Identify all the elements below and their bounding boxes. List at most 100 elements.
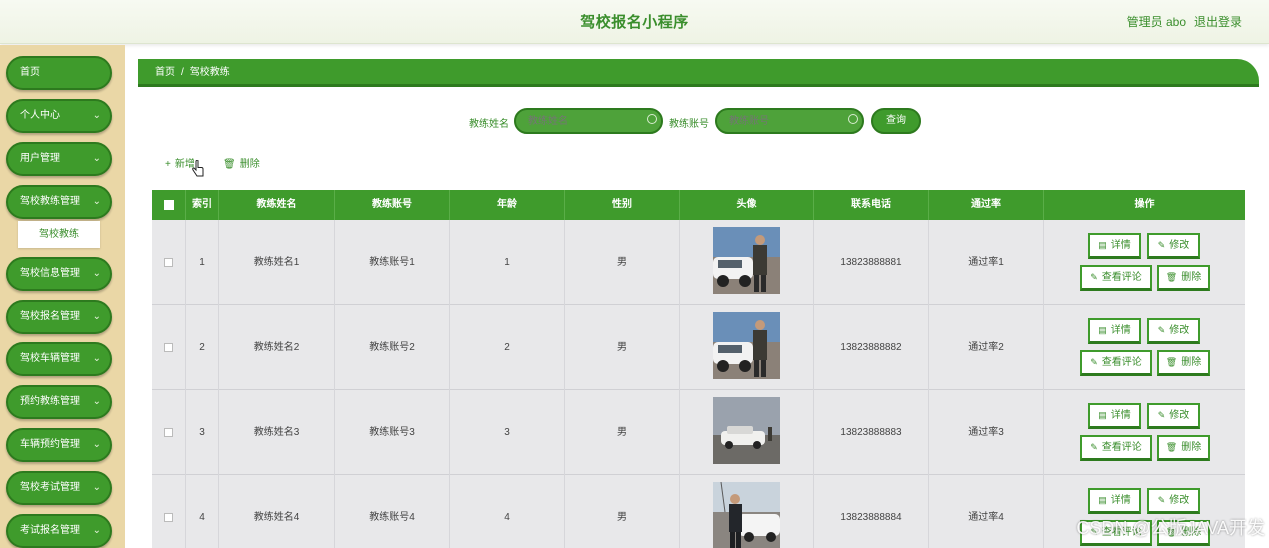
view-reviews-button-label: 查看评论: [1101, 357, 1142, 368]
table-cell-phone: 13823888881: [814, 220, 929, 305]
edit-button[interactable]: ✎ 修改: [1147, 403, 1200, 429]
table-header: 索引 教练姓名 教练账号 年龄 性别 头像 联系电话 通过率 操作: [152, 190, 1245, 220]
view-reviews-button[interactable]: ✎ 查看评论: [1080, 265, 1152, 291]
table-cell-account: 教练账号2: [335, 305, 450, 390]
edit-button-label: 修改: [1169, 410, 1190, 421]
avatar: [713, 312, 780, 379]
pencil-icon: ✎: [1157, 495, 1166, 505]
table-cell-account: 教练账号3: [335, 390, 450, 475]
detail-button[interactable]: ▤ 详情: [1088, 488, 1141, 514]
row-delete-button[interactable]: 🗑 删除: [1157, 350, 1210, 376]
table-cell-index: 3: [186, 390, 219, 475]
column-header: 性别: [565, 190, 680, 220]
chevron-down-icon: ⌄: [92, 268, 101, 279]
column-header: 年龄: [450, 190, 565, 220]
sidebar-item-label: 驾校车辆管理: [20, 353, 80, 364]
table-cell-phone: 13823888882: [814, 305, 929, 390]
row-checkbox[interactable]: [164, 428, 173, 437]
sidebar-item-label: 车辆预约管理: [20, 439, 80, 450]
table-cell-name: 教练姓名3: [219, 390, 335, 475]
pencil-icon: ✎: [1090, 272, 1098, 282]
sidebar-item-exam-registration[interactable]: 考试报名管理 ⌄: [6, 514, 112, 548]
sidebar-item-vehicles[interactable]: 驾校车辆管理 ⌄: [6, 342, 112, 376]
row-select-cell: [152, 475, 186, 548]
query-button[interactable]: 查询: [871, 108, 921, 134]
column-header: 头像: [680, 190, 814, 220]
detail-button[interactable]: ▤ 详情: [1088, 403, 1141, 429]
view-reviews-button-label: 查看评论: [1101, 442, 1142, 453]
detail-button[interactable]: ▤ 详情: [1088, 318, 1141, 344]
edit-button[interactable]: ✎ 修改: [1147, 318, 1200, 344]
table-cell-name: 教练姓名4: [219, 475, 335, 548]
row-delete-button-label: 删除: [1181, 357, 1202, 368]
delete-button[interactable]: 🗑 删除: [223, 155, 260, 170]
chevron-down-icon: ⌄: [92, 525, 101, 536]
detail-button-label: 详情: [1110, 495, 1131, 506]
search-icon: [647, 114, 657, 124]
chevron-up-icon: ⌄: [92, 196, 101, 207]
sidebar-item-school-info[interactable]: 驾校信息管理 ⌄: [6, 257, 112, 291]
row-delete-button-label: 删除: [1181, 272, 1202, 283]
table-cell-gender: 男: [565, 390, 680, 475]
row-checkbox[interactable]: [164, 258, 173, 267]
logout-link[interactable]: 退出登录: [1194, 13, 1242, 30]
sidebar-item-personal-center[interactable]: 个人中心 ⌄: [6, 99, 112, 133]
table-cell-rate: 通过率1: [929, 220, 1044, 305]
hand-cursor-icon: [192, 160, 204, 177]
trash-icon: 🗑: [1165, 442, 1178, 452]
sidebar-item-vehicle-booking[interactable]: 车辆预约管理 ⌄: [6, 428, 112, 462]
sidebar: 首页 个人中心 ⌄ 用户管理 ⌄ 驾校教练管理 ⌄ 驾校教练 驾校信息管理 ⌄ …: [0, 45, 125, 548]
trash-icon: 🗑: [1165, 272, 1178, 282]
view-reviews-button[interactable]: ✎ 查看评论: [1080, 350, 1152, 376]
sidebar-item-coach-management[interactable]: 驾校教练管理 ⌄: [6, 185, 112, 219]
avatar-cell: [680, 305, 814, 390]
row-delete-button[interactable]: 🗑 删除: [1157, 435, 1210, 461]
sidebar-item-user-management[interactable]: 用户管理 ⌄: [6, 142, 112, 176]
add-button[interactable]: + 新增: [165, 155, 195, 170]
sidebar-item-label: 驾校教练管理: [20, 196, 80, 207]
pencil-icon: ✎: [1157, 325, 1166, 335]
current-user: 管理员 abo: [1126, 15, 1186, 29]
row-checkbox[interactable]: [164, 343, 173, 352]
sidebar-item-home[interactable]: 首页: [6, 56, 112, 90]
top-header: 驾校报名小程序 管理员 abo 退出登录: [0, 0, 1269, 44]
sidebar-item-label: 考试报名管理: [20, 525, 80, 536]
document-icon: ▤: [1098, 495, 1107, 505]
table-cell-rate: 通过率4: [929, 475, 1044, 548]
pencil-icon: ✎: [1157, 410, 1166, 420]
select-all-cell: [152, 190, 186, 220]
table-row: 2 教练姓名2 教练账号2 2 男 13823888882 通过率2 ▤ 详情 ✎ 修改 ✎ 查看评论 🗑…: [152, 305, 1245, 390]
detail-button[interactable]: ▤ 详情: [1088, 233, 1141, 259]
chevron-down-icon: ⌄: [92, 396, 101, 407]
view-reviews-button-label: 查看评论: [1101, 272, 1142, 283]
edit-button[interactable]: ✎ 修改: [1147, 233, 1200, 259]
sidebar-item-coach-booking[interactable]: 预约教练管理 ⌄: [6, 385, 112, 419]
avatar-cell: [680, 390, 814, 475]
view-reviews-button[interactable]: ✎ 查看评论: [1080, 435, 1152, 461]
sidebar-item-label: 驾校报名管理: [20, 311, 80, 322]
table-cell-index: 2: [186, 305, 219, 390]
breadcrumb-home[interactable]: 首页: [155, 67, 175, 78]
sidebar-subitem-coach[interactable]: 驾校教练: [18, 221, 100, 248]
edit-button[interactable]: ✎ 修改: [1147, 488, 1200, 514]
sidebar-item-exams[interactable]: 驾校考试管理 ⌄: [6, 471, 112, 505]
coach-name-input[interactable]: [514, 108, 663, 134]
table-row: 1 教练姓名1 教练账号1 1 男 13823888881 通过率1 ▤ 详情 ✎ 修改 ✎ 查看评论 🗑…: [152, 220, 1245, 305]
select-all-checkbox[interactable]: [164, 200, 174, 210]
pencil-icon: ✎: [1090, 442, 1098, 452]
document-icon: ▤: [1098, 410, 1107, 420]
avatar: [713, 227, 780, 294]
sidebar-item-label: 驾校信息管理: [20, 268, 80, 279]
row-select-cell: [152, 390, 186, 475]
row-checkbox[interactable]: [164, 513, 173, 522]
sidebar-item-registration[interactable]: 驾校报名管理 ⌄: [6, 300, 112, 334]
row-delete-button[interactable]: 🗑 删除: [1157, 265, 1210, 291]
table-cell-phone: 13823888884: [814, 475, 929, 548]
column-header: 联系电话: [814, 190, 929, 220]
column-header: 操作: [1134, 199, 1155, 210]
watermark: CSDN @公版JAVA开发: [1076, 518, 1265, 538]
column-header: 通过率: [929, 190, 1044, 220]
table-cell-gender: 男: [565, 305, 680, 390]
coach-account-input[interactable]: [715, 108, 864, 134]
coach-account-label: 教练账号: [669, 119, 709, 130]
